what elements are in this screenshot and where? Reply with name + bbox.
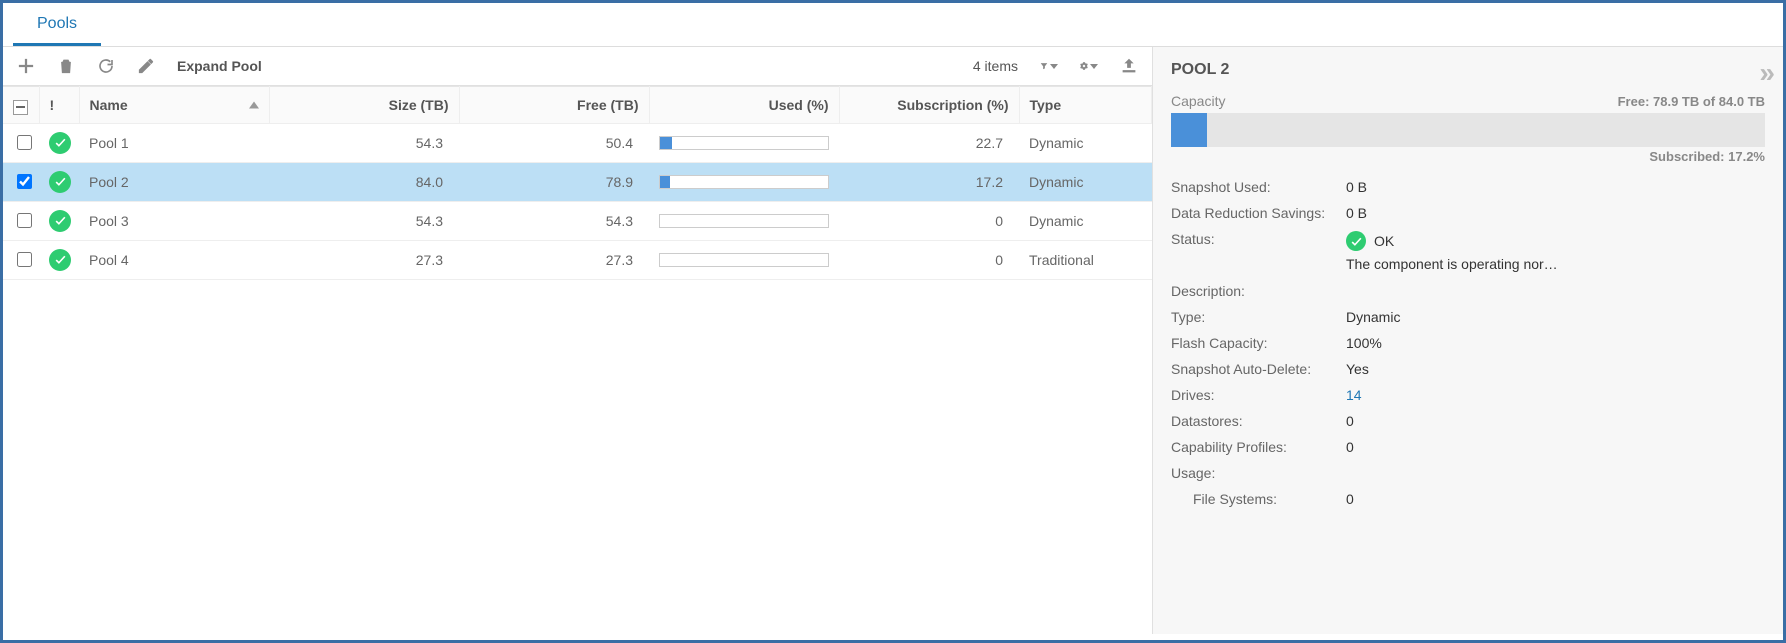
- drives-label: Drives:: [1171, 387, 1346, 403]
- col-free-header[interactable]: Free (TB): [459, 87, 649, 124]
- col-size-header[interactable]: Size (TB): [269, 87, 459, 124]
- usage-label: Usage:: [1171, 465, 1346, 481]
- filesystems-label: File Systems:: [1171, 491, 1346, 507]
- status-message: The component is operating nor…: [1171, 256, 1765, 272]
- row-size: 84.0: [269, 162, 459, 201]
- row-sub: 17.2: [839, 162, 1019, 201]
- row-free: 27.3: [459, 240, 649, 279]
- row-free: 50.4: [459, 123, 649, 162]
- row-sub: 22.7: [839, 123, 1019, 162]
- autodelete-value: Yes: [1346, 361, 1369, 377]
- status-ok-icon: [49, 210, 71, 232]
- status-ok-icon: [49, 171, 71, 193]
- type-value: Dynamic: [1346, 309, 1400, 325]
- capacity-free-text: Free: 78.9 TB of 84.0 TB: [1618, 94, 1765, 109]
- detail-title: POOL 2: [1171, 61, 1765, 79]
- filesystems-value: 0: [1346, 491, 1354, 507]
- select-all-checkbox[interactable]: [13, 100, 28, 115]
- delete-icon[interactable]: [57, 57, 75, 75]
- col-name-header[interactable]: Name: [79, 87, 269, 124]
- status-text: OK: [1374, 233, 1394, 249]
- snapshot-used-value: 0 B: [1346, 179, 1367, 195]
- status-ok-icon: [1346, 231, 1366, 251]
- col-used-header[interactable]: Used (%): [649, 87, 839, 124]
- row-sub: 0: [839, 201, 1019, 240]
- datastores-label: Datastores:: [1171, 413, 1346, 429]
- row-name: Pool 1: [79, 123, 269, 162]
- add-icon[interactable]: [17, 57, 35, 75]
- row-checkbox[interactable]: [17, 174, 32, 189]
- row-name: Pool 2: [79, 162, 269, 201]
- row-type: Dynamic: [1019, 162, 1152, 201]
- flash-value: 100%: [1346, 335, 1382, 351]
- snapshot-used-label: Snapshot Used:: [1171, 179, 1346, 195]
- refresh-icon[interactable]: [97, 57, 115, 75]
- collapse-panel-icon[interactable]: »: [1759, 57, 1775, 89]
- row-name: Pool 3: [79, 201, 269, 240]
- usage-bar: [659, 253, 829, 267]
- item-count: 4 items: [973, 58, 1018, 74]
- usage-bar: [659, 175, 829, 189]
- flash-label: Flash Capacity:: [1171, 335, 1346, 351]
- export-icon[interactable]: [1120, 57, 1138, 75]
- capacity-fill: [1171, 113, 1207, 147]
- row-sub: 0: [839, 240, 1019, 279]
- status-ok-icon: [49, 132, 71, 154]
- description-label: Description:: [1171, 283, 1346, 299]
- gear-icon[interactable]: [1080, 57, 1098, 75]
- status-label: Status:: [1171, 231, 1346, 251]
- subscribed-text: Subscribed: 17.2%: [1171, 149, 1765, 164]
- type-label: Type:: [1171, 309, 1346, 325]
- capacity-label: Capacity: [1171, 93, 1225, 109]
- filter-icon[interactable]: [1040, 57, 1058, 75]
- row-size: 27.3: [269, 240, 459, 279]
- row-size: 54.3: [269, 201, 459, 240]
- profiles-label: Capability Profiles:: [1171, 439, 1346, 455]
- usage-bar: [659, 214, 829, 228]
- datastores-value: 0: [1346, 413, 1354, 429]
- row-checkbox[interactable]: [17, 252, 32, 267]
- row-type: Traditional: [1019, 240, 1152, 279]
- status-ok-icon: [49, 249, 71, 271]
- data-reduction-value: 0 B: [1346, 205, 1367, 221]
- capacity-bar: [1171, 113, 1765, 147]
- edit-icon[interactable]: [137, 57, 155, 75]
- sort-asc-icon: [249, 101, 259, 108]
- pools-table: ! Name Size (TB) Free (TB) Used (%) Subs…: [3, 86, 1152, 280]
- col-status-header[interactable]: !: [39, 87, 79, 124]
- table-row[interactable]: Pool 284.078.9 17.2Dynamic: [3, 162, 1152, 201]
- col-name-label: Name: [90, 97, 128, 113]
- table-row[interactable]: Pool 427.327.30Traditional: [3, 240, 1152, 279]
- col-sub-header[interactable]: Subscription (%): [839, 87, 1019, 124]
- table-row[interactable]: Pool 354.354.30Dynamic: [3, 201, 1152, 240]
- row-checkbox[interactable]: [17, 135, 32, 150]
- row-checkbox[interactable]: [17, 213, 32, 228]
- expand-pool-button[interactable]: Expand Pool: [177, 58, 262, 74]
- col-type-header[interactable]: Type: [1019, 87, 1152, 124]
- autodelete-label: Snapshot Auto-Delete:: [1171, 361, 1346, 377]
- row-free: 54.3: [459, 201, 649, 240]
- tab-pools[interactable]: Pools: [13, 3, 101, 46]
- row-free: 78.9: [459, 162, 649, 201]
- data-reduction-label: Data Reduction Savings:: [1171, 205, 1346, 221]
- row-size: 54.3: [269, 123, 459, 162]
- row-type: Dynamic: [1019, 123, 1152, 162]
- row-name: Pool 4: [79, 240, 269, 279]
- row-type: Dynamic: [1019, 201, 1152, 240]
- table-row[interactable]: Pool 154.350.4 22.7Dynamic: [3, 123, 1152, 162]
- profiles-value: 0: [1346, 439, 1354, 455]
- usage-bar: [659, 136, 829, 150]
- drives-value[interactable]: 14: [1346, 387, 1362, 403]
